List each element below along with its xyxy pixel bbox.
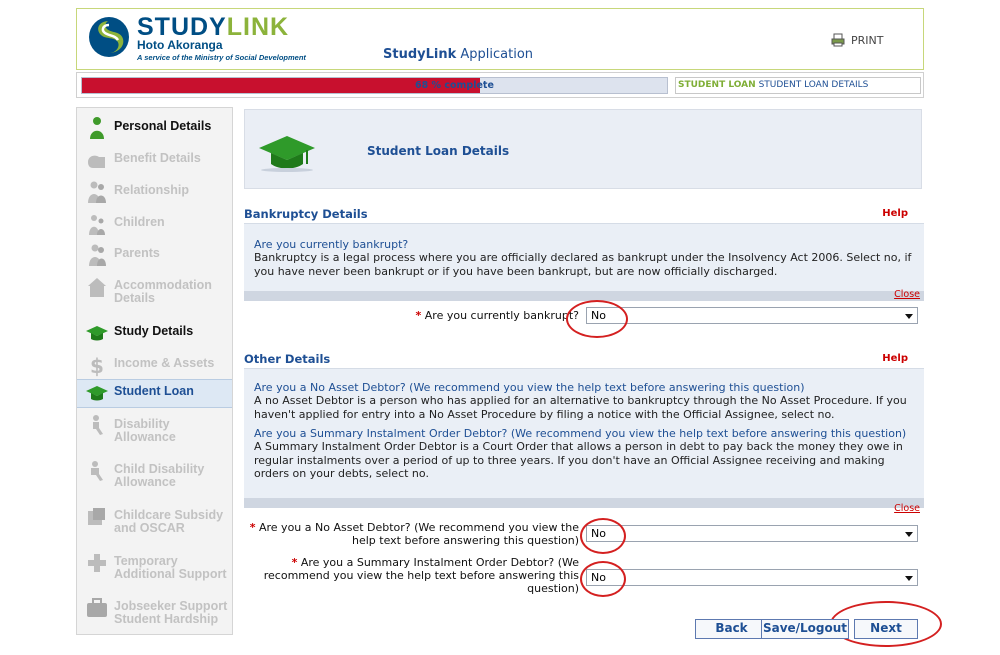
- sidebar-item-label: Relationship: [114, 183, 190, 197]
- no-asset-debtor-label: * Are you a No Asset Debtor? (We recomme…: [249, 521, 579, 547]
- page-title: Student Loan Details: [367, 144, 510, 158]
- logo-title: STUDYLINK: [137, 13, 290, 41]
- help-answer: Bankruptcy is a legal process where you …: [254, 251, 912, 278]
- sidebar-item-children: Children: [77, 212, 232, 236]
- studylink-logo-icon: [89, 17, 129, 57]
- couple-icon: [88, 181, 106, 203]
- graduation-cap-icon: [86, 386, 108, 401]
- disability-icon: [93, 415, 103, 435]
- bankruptcy-close-link[interactable]: Close: [894, 289, 920, 300]
- app-title: StudyLink Application: [383, 47, 534, 62]
- progress-bar: 68 % complete: [81, 77, 668, 94]
- progress-label: 68 % complete: [415, 80, 494, 91]
- sidebar-item-label: Benefit Details: [114, 151, 201, 165]
- parents-icon: [89, 244, 106, 266]
- sidebar-item-label: Childcare Subsidy and OSCAR: [114, 508, 224, 535]
- other-details-help-link[interactable]: Help: [882, 353, 908, 364]
- help-answer: A Summary Instalment Order Debtor is a C…: [254, 440, 903, 480]
- next-button[interactable]: Next: [854, 619, 918, 639]
- sidebar-item-income-assets: $ Income & Assets: [77, 353, 232, 377]
- graduation-cap-icon: [86, 326, 108, 341]
- print-label: PRINT: [851, 33, 884, 47]
- sidebar-item-accommodation-details: Accommodation Details: [77, 275, 232, 305]
- help-question: Are you currently bankrupt?: [254, 238, 409, 251]
- sidebar-item-label: Student Loan: [114, 384, 194, 398]
- sidebar-item-relationship: Relationship: [77, 180, 232, 204]
- breadcrumb: STUDENT LOAN STUDENT LOAN DETAILS: [675, 77, 921, 94]
- section-header: Student Loan Details: [244, 109, 922, 189]
- house-icon: [88, 278, 106, 297]
- bankrupt-field-label: * Are you currently bankrupt?: [415, 309, 579, 322]
- other-details-close-link[interactable]: Close: [894, 503, 920, 514]
- logo-subtitle: Hoto Akoranga: [137, 38, 223, 52]
- svg-text:$: $: [90, 354, 104, 377]
- bankruptcy-help-link[interactable]: Help: [882, 208, 908, 219]
- help-question: Are you a No Asset Debtor? (We recommend…: [254, 381, 805, 394]
- sidebar-item-label: Income & Assets: [114, 356, 215, 370]
- sidebar-item-benefit-details: Benefit Details: [77, 148, 232, 172]
- sidebar-item-label: Accommodation Details: [114, 278, 212, 305]
- app-header: STUDYLINK Hoto Akoranga A service of the…: [76, 8, 924, 70]
- other-details-help-box: Are you a No Asset Debtor? (We recommend…: [244, 368, 924, 498]
- person-icon: [90, 117, 104, 139]
- printer-icon: [831, 33, 845, 47]
- bankruptcy-help-box: Are you currently bankrupt? Bankruptcy i…: [244, 223, 924, 291]
- chevron-down-icon: [905, 532, 913, 537]
- help-divider: [244, 498, 924, 508]
- print-button[interactable]: PRINT: [831, 33, 883, 47]
- sidebar-item-label: Temporary Additional Support: [114, 554, 227, 581]
- sidebar-item-parents: Parents: [77, 243, 232, 267]
- summary-instalment-select[interactable]: No: [586, 569, 918, 586]
- logo-tagline: A service of the Ministry of Social Deve…: [137, 53, 306, 62]
- dollar-icon: $: [90, 354, 104, 377]
- chevron-down-icon: [905, 314, 913, 319]
- sidebar-item-childcare-subsidy: Childcare Subsidy and OSCAR: [77, 505, 232, 535]
- sidebar-item-personal-details[interactable]: Personal Details: [77, 116, 232, 140]
- sidebar-item-label: Jobseeker Support Student Hardship: [114, 599, 228, 626]
- breadcrumb-page: STUDENT LOAN DETAILS: [758, 80, 869, 90]
- chevron-down-icon: [905, 576, 913, 581]
- sidebar-item-jobseeker-support: Jobseeker Support Student Hardship: [77, 596, 232, 626]
- sidebar-item-student-loan[interactable]: Student Loan: [77, 379, 232, 408]
- briefcase-icon: [87, 598, 107, 617]
- sidebar-item-label: Disability Allowance: [114, 417, 176, 444]
- breadcrumb-section: STUDENT LOAN: [678, 80, 756, 90]
- help-question: Are you a Summary Instalment Order Debto…: [254, 427, 907, 440]
- sidebar-item-study-details[interactable]: Study Details: [77, 321, 232, 345]
- hand-icon: [88, 155, 105, 168]
- sidebar-item-label: Personal Details: [114, 119, 212, 133]
- sidebar-item-disability-allowance: Disability Allowance: [77, 414, 232, 444]
- sidebar-item-child-disability-allowance: Child Disability Allowance: [77, 459, 232, 489]
- bankrupt-select[interactable]: No: [586, 307, 918, 324]
- plus-icon: [88, 554, 106, 572]
- graduation-cap-icon: [259, 136, 315, 172]
- sidebar-item-label: Children: [114, 215, 165, 229]
- no-asset-debtor-select[interactable]: No: [586, 525, 918, 542]
- children-icon: [89, 215, 105, 235]
- help-answer: A no Asset Debtor is a person who has ap…: [254, 394, 907, 421]
- child-disability-icon: [91, 461, 103, 481]
- blocks-icon: [88, 508, 105, 525]
- bankruptcy-heading: Bankruptcy Details: [244, 207, 368, 221]
- back-button[interactable]: Back: [695, 619, 768, 639]
- help-divider: [244, 291, 924, 301]
- sidebar: Personal Details Benefit Details Relatio…: [76, 107, 233, 635]
- save-logout-button[interactable]: Save/Logout: [761, 619, 849, 639]
- sidebar-item-label: Parents: [114, 246, 160, 260]
- summary-instalment-label: * Are you a Summary Instalment Order Deb…: [263, 556, 579, 595]
- sidebar-item-temporary-additional-support: Temporary Additional Support: [77, 551, 232, 581]
- studylink-logo[interactable]: STUDYLINK Hoto Akoranga A service of the…: [87, 13, 327, 67]
- progress-row: 68 % complete STUDENT LOAN STUDENT LOAN …: [76, 72, 924, 98]
- other-details-heading: Other Details: [244, 352, 331, 366]
- sidebar-item-label: Study Details: [114, 324, 194, 338]
- sidebar-item-label: Child Disability Allowance: [114, 462, 205, 489]
